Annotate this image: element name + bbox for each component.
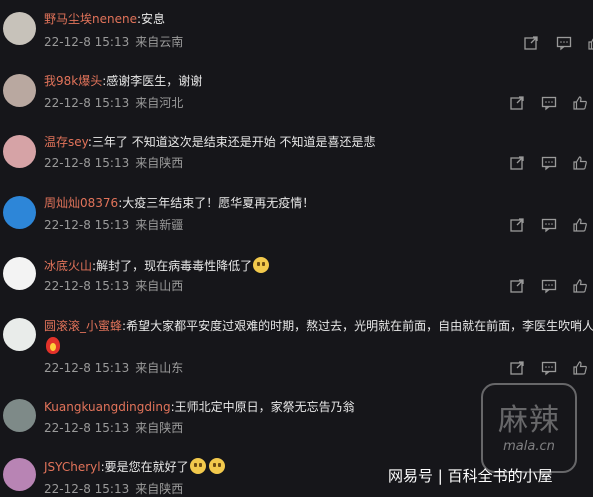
like-icon[interactable] bbox=[572, 155, 588, 171]
comment-date: 22-12-8 15:13 bbox=[44, 96, 130, 110]
crying-emoji-icon bbox=[253, 257, 270, 273]
comment-location: 来自陕西 bbox=[135, 156, 184, 170]
comment-username[interactable]: 周灿灿08376 bbox=[44, 196, 118, 210]
comment-date: 22-12-8 15:13 bbox=[44, 35, 130, 49]
like-icon[interactable] bbox=[572, 360, 588, 376]
crying-emoji-icon bbox=[189, 458, 206, 474]
share-icon[interactable] bbox=[509, 278, 525, 294]
comment-username[interactable]: JSYCheryl bbox=[44, 460, 101, 474]
comment-actions bbox=[509, 155, 593, 173]
avatar[interactable] bbox=[3, 135, 36, 168]
comment-location: 来自河北 bbox=[135, 96, 184, 110]
reply-icon[interactable] bbox=[541, 217, 557, 233]
comment-date: 22-12-8 15:13 bbox=[44, 279, 130, 293]
avatar[interactable] bbox=[3, 399, 36, 432]
avatar[interactable] bbox=[3, 458, 36, 491]
avatar[interactable] bbox=[3, 196, 36, 229]
like-icon[interactable] bbox=[572, 278, 588, 294]
comment-date: 22-12-8 15:13 bbox=[44, 421, 130, 435]
comment-date: 22-12-8 15:13 bbox=[44, 482, 130, 496]
share-icon[interactable] bbox=[509, 95, 525, 111]
comment-location: 来自陕西 bbox=[135, 482, 184, 496]
comment-actions bbox=[509, 278, 593, 296]
like-icon[interactable] bbox=[572, 95, 588, 111]
avatar[interactable] bbox=[3, 318, 36, 351]
comment-actions bbox=[509, 360, 593, 378]
avatar[interactable] bbox=[3, 12, 36, 45]
comment-actions bbox=[509, 95, 593, 113]
fire-emoji-icon bbox=[46, 337, 60, 354]
avatar[interactable] bbox=[3, 74, 36, 107]
crying-emoji-icon bbox=[208, 458, 225, 474]
reply-icon[interactable] bbox=[541, 155, 557, 171]
comment-date: 22-12-8 15:13 bbox=[44, 156, 130, 170]
comment-location: 来自云南 bbox=[135, 35, 184, 49]
comment-date: 22-12-8 15:13 bbox=[44, 218, 130, 232]
reply-icon[interactable] bbox=[541, 95, 557, 111]
avatar[interactable] bbox=[3, 257, 36, 290]
watermark-title: 麻辣 bbox=[498, 403, 560, 438]
comment-username[interactable]: 野马尘埃nenene bbox=[44, 12, 137, 26]
like-icon[interactable] bbox=[572, 217, 588, 233]
comment-location: 来自陕西 bbox=[135, 421, 184, 435]
comment-text: 希望大家都平安度过艰难的时期，熬过去，光明就在前面，自由就在前面，李医生吹哨人 bbox=[126, 319, 593, 333]
comment-text: 解封了，现在病毒毒性降低了 bbox=[96, 259, 253, 273]
comment-text: 王师北定中原日，家祭无忘告乃翁 bbox=[174, 400, 355, 414]
comment-text: 三年了 不知道这次是结束还是开始 不知道是喜还是悲 bbox=[91, 135, 376, 149]
like-icon[interactable] bbox=[587, 35, 593, 51]
comment-username[interactable]: 我98k爆头 bbox=[44, 74, 102, 88]
source-label: 网易号 | 百科全书的小屋 bbox=[388, 467, 553, 485]
comment-location: 来自山西 bbox=[135, 279, 184, 293]
mala-watermark-logo: 麻辣 mala.cn bbox=[481, 383, 577, 473]
comment-actions bbox=[509, 217, 593, 235]
reply-icon[interactable] bbox=[541, 278, 557, 294]
share-icon[interactable] bbox=[523, 35, 539, 51]
reply-icon[interactable] bbox=[541, 360, 557, 376]
comment-text: 感谢李医生，谢谢 bbox=[106, 74, 203, 88]
comment-location: 来自山东 bbox=[135, 361, 184, 375]
comment-text: 要是您在就好了 bbox=[104, 460, 189, 474]
comment-username[interactable]: 温存sey bbox=[44, 135, 88, 149]
reply-icon[interactable] bbox=[556, 35, 572, 51]
comment-username[interactable]: Kuangkuangdingding bbox=[44, 400, 171, 414]
share-icon[interactable] bbox=[509, 360, 525, 376]
comment-username[interactable]: 圆滚滚_小蜜蜂 bbox=[44, 319, 122, 333]
comment-actions bbox=[523, 35, 593, 53]
comment-text: 大疫三年结束了！愿华夏再无疫情！ bbox=[122, 196, 315, 210]
comment-text: 安息 bbox=[141, 12, 166, 26]
share-icon[interactable] bbox=[509, 217, 525, 233]
comment-date: 22-12-8 15:13 bbox=[44, 361, 130, 375]
comment-location: 来自新疆 bbox=[135, 218, 184, 232]
share-icon[interactable] bbox=[509, 155, 525, 171]
watermark-subtitle: mala.cn bbox=[503, 439, 555, 454]
comment-username[interactable]: 冰底火山 bbox=[44, 259, 92, 273]
